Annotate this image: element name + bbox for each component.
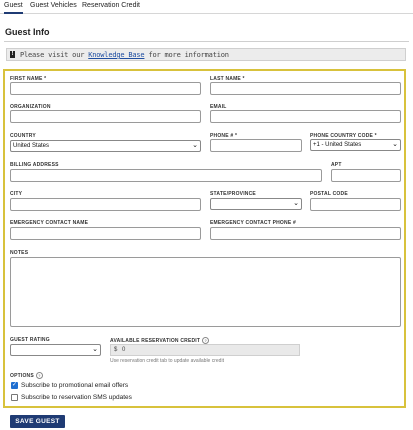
tab-guest[interactable]: Guest [4,2,23,14]
notes-label: NOTES [10,250,29,256]
apt-input[interactable] [331,169,401,182]
emergency-contact-phone-input[interactable] [210,227,401,240]
info-suffix: for more information [144,51,229,59]
save-guest-button[interactable]: SAVE GUEST [10,415,65,428]
divider [4,41,409,42]
email-input[interactable] [210,110,401,123]
city-input[interactable] [10,198,201,211]
postal-code-input[interactable] [310,198,401,211]
knowledge-base-link[interactable]: Knowledge Base [88,51,144,59]
phone-country-code-value: +1 - United States [313,142,362,148]
info-prefix: Please visit our [20,51,89,59]
info-text: Please visit our Knowledge Base for more… [20,51,229,59]
state-select[interactable]: ⌄ [210,198,302,210]
country-label: COUNTRY [10,133,36,139]
available-credit-label-text: AVAILABLE RESERVATION CREDIT [110,337,201,344]
organization-input[interactable] [10,110,201,123]
promotional-email-checkbox[interactable] [11,381,18,389]
currency-symbol: $ [114,347,118,353]
guest-rating-label: GUEST RATING [10,337,50,343]
emergency-contact-name-label: EMERGENCY CONTACT NAME [10,220,89,226]
notes-textarea[interactable] [10,257,401,327]
country-value: United States [13,143,50,149]
exclamation-icon: ! [10,51,15,58]
first-name-input[interactable] [10,82,201,95]
city-label: CITY [10,191,23,197]
state-label: STATE/PROVINCE [210,191,256,197]
available-credit-value: 0 [122,347,126,353]
sms-updates-label: Subscribe to reservation SMS updates [21,394,132,401]
tab-guest-vehicles[interactable]: Guest Vehicles [30,2,77,10]
country-select[interactable]: United States ⌄ [10,140,201,152]
tab-reservation-credit[interactable]: Reservation Credit [82,2,140,10]
options-label: OPTIONS? [10,372,43,379]
postal-code-label: POSTAL CODE [310,191,348,197]
tab-bar: Guest Guest Vehicles Reservation Credit [0,0,413,14]
chevron-down-icon: ⌄ [92,346,98,353]
phone-input[interactable] [210,139,302,152]
available-credit-hint: Use reservation credit tab to update ava… [110,358,224,364]
available-credit-field: $ 0 [110,344,300,356]
chevron-down-icon: ⌄ [192,142,198,149]
sms-updates-checkbox[interactable] [11,394,18,401]
apt-label: APT [331,162,342,168]
help-icon[interactable]: ? [202,337,210,344]
options-label-text: OPTIONS [10,372,34,379]
info-banner: ! Please visit our Knowledge Base for mo… [6,48,406,61]
section-title: Guest Info [5,27,50,37]
help-icon[interactable]: ? [35,372,43,379]
emergency-contact-phone-label: EMERGENCY CONTACT PHONE # [210,220,296,226]
phone-country-code-select[interactable]: +1 - United States ⌄ [310,139,401,151]
available-credit-label: AVAILABLE RESERVATION CREDIT? [110,337,210,344]
chevron-down-icon: ⌄ [293,200,299,207]
billing-address-input[interactable] [10,169,322,182]
billing-address-label: BILLING ADDRESS [10,162,59,168]
chevron-down-icon: ⌄ [392,141,398,148]
guest-rating-select[interactable]: ⌄ [10,344,101,356]
promotional-email-label: Subscribe to promotional email offers [21,382,129,389]
emergency-contact-name-input[interactable] [10,227,201,240]
last-name-input[interactable] [210,82,401,95]
